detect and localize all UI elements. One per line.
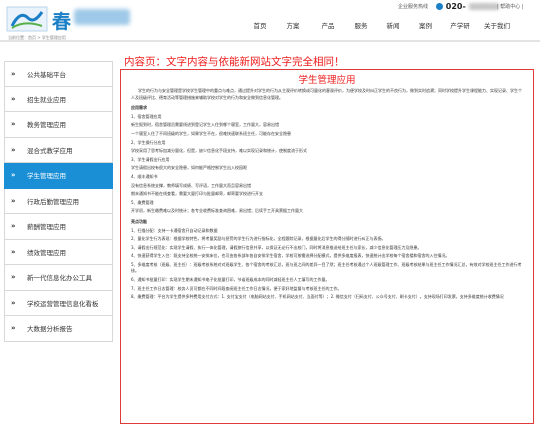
sidebar-item-enrollment[interactable]: » 招生就业应用 [4, 86, 113, 112]
nav-item-home[interactable]: 首页 [245, 20, 275, 30]
content-panel: 学生管理应用 学生的行为与安全管理是学校学生管理中的重点与难点，通过提升对学生的… [120, 69, 534, 424]
list-item: 1、宿舍管理应用 [131, 113, 162, 119]
phone-icon [436, 3, 443, 10]
nav-item-news[interactable]: 新闻 [377, 20, 409, 30]
list-item: 7、班主任工作日志管理：校务人员可都在不同时间段查阅班主任工作日志情况，便于家好… [131, 285, 342, 291]
list-item: 2、量化学生行为表现：根据学校特色，将考量奖励与惩罚的学生行为进行指标化，全程跟… [131, 236, 386, 242]
nav-item-services[interactable]: 服务 [346, 20, 376, 30]
sidebar: » 公共基础平台 » 招生就业应用 » 教务管理应用 » 混合式教学应用 » 学生管理应用… [4, 61, 113, 342]
sidebar-item-dashboard[interactable]: » 学校运营管理信息化看板 [4, 290, 113, 316]
chevron-right-icon: » [11, 222, 16, 231]
list-item: 学校采用了思考标加减分量化，但是，缺少信息化手段支持，难以实现记录和统计，使制度… [131, 148, 307, 154]
sidebar-item-blended-teaching[interactable]: » 混合式教学应用 [4, 137, 113, 163]
sidebar-item-label: 学生管理应用 [27, 172, 66, 181]
intro-paragraph: 学生的行为与安全管理是学校学生管理中的重点与难点，通过提升对学生的行为从主观评价… [131, 88, 522, 100]
chevron-right-icon: » [11, 298, 16, 307]
chevron-right-icon: » [11, 94, 16, 103]
sidebar-item-label: 混合式教学应用 [27, 146, 73, 155]
sidebar-item-label: 薪酬管理应用 [27, 223, 66, 232]
sidebar-item-payroll[interactable]: » 薪酬管理应用 [4, 214, 113, 240]
list-item: 4、快速获得学生入住：既支持全校统一安排床位，也可由各系部年各自安排学生宿舍，学… [131, 253, 450, 259]
sidebar-item-label: 行政后勤管理应用 [27, 197, 79, 206]
logo-text: 春 [52, 11, 73, 33]
list-item: 1、扫描分配：支持一卡通宿舍开自动记录和数据 [131, 227, 218, 233]
chevron-right-icon: » [11, 273, 16, 282]
list-item: 新生报到时，宿舍管理员需要线进到登记学生入住到哪个寝室，工作量大，容易出错 [131, 122, 279, 128]
service-hotline-label: 企业服务热线 [398, 4, 429, 10]
list-item: 一个寝室入住了不同班级的学生，如果学生不在，很难快速联系班主任，可能存在安全隐患 [131, 130, 291, 136]
sidebar-item-office-tools[interactable]: » 新一代信息化办公工具 [4, 265, 113, 291]
sidebar-item-label: 教务管理应用 [27, 121, 66, 130]
sidebar-item-public-platform[interactable]: » 公共基础平台 [4, 61, 113, 87]
sidebar-item-label: 大数据分析报告 [27, 325, 73, 334]
list-item: 3、学生请假出行应用 [131, 156, 170, 162]
content-page-note: 内容页：文字内容与依能新网站文字完全相同！ [124, 56, 345, 68]
sidebar-item-logistics[interactable]: » 行政后勤管理应用 [4, 188, 113, 214]
main-nav: 首页 方案 产品 服务 新闻 案例 产学研 关于我们 [245, 20, 516, 30]
list-item: 开学初，新生缴费难以及时统计；各专业收费标准查询困难，易出错；后续手工开具票据工… [131, 208, 303, 214]
section-heading: 应用需求 [131, 105, 147, 111]
nav-item-industry-research[interactable]: 产学研 [442, 20, 478, 30]
chevron-right-icon: » [11, 171, 16, 180]
nav-item-cases[interactable]: 案例 [410, 20, 441, 30]
chevron-right-icon: » [11, 324, 16, 333]
sidebar-item-label: 绩效管理应用 [27, 248, 66, 257]
school-logo[interactable] [6, 6, 48, 32]
sidebar-item-performance[interactable]: » 绩效管理应用 [4, 239, 113, 265]
nav-item-products[interactable]: 产品 [311, 20, 345, 30]
page-title: 学生管理应用 [298, 75, 356, 86]
list-item: 6、通知书批量打印：实现学生期末通知书电子化批量打印，节省班级成本的同时减轻班主… [131, 277, 330, 283]
list-item: 期末通知书不能在线查看，需要大量打印与批量邮寄，邮寄要学校进行开支 [131, 191, 263, 197]
nav-item-about[interactable]: 关于我们 [479, 20, 515, 30]
blurred-phone-number [468, 3, 499, 10]
chevron-right-icon: » [11, 247, 16, 256]
sidebar-item-label: 公共基础平台 [27, 70, 66, 79]
sidebar-item-label: 新一代信息化办公工具 [27, 274, 92, 283]
site-header: 春 当前位置：首页 > 学生管理应用 企业服务热线 020- | 帮助中心 | … [0, 0, 540, 40]
list-item: 3、请假出行规范化：实现学生请假、执行一体化管理，请假旅行信息共享，以保证无论行… [131, 244, 422, 250]
phone-prefix: 020- [445, 2, 466, 11]
sidebar-item-label: 学校运营管理信息化看板 [27, 299, 99, 308]
header-divider [0, 40, 540, 42]
article-body: 学生的行为与安全管理是学校学生管理中的重点与难点，通过提升对学生的行为从主观评价… [131, 88, 525, 303]
chevron-right-icon: » [11, 145, 16, 154]
list-item: 8、缴费管理：平台为学生提供多种费用支付方式：1. 支付宝支付（电脑网站支付、手… [131, 294, 504, 300]
service-phone: 020- [436, 2, 499, 11]
chevron-right-icon: » [11, 196, 16, 205]
list-item: 5、缴费管理 [131, 199, 154, 205]
blurred-school-name [74, 9, 130, 25]
sidebar-item-academic-affairs[interactable]: » 教务管理应用 [4, 112, 113, 138]
list-item: 4、顺丰通知书 [131, 173, 158, 179]
list-item: 学生请假出校有很大的安全隐患，如何能严格控制学生出入校园呢 [131, 165, 247, 171]
sidebar-item-label: 招生就业应用 [27, 95, 66, 104]
nav-item-solutions[interactable]: 方案 [276, 20, 310, 30]
sidebar-item-big-data[interactable]: » 大数据分析报告 [4, 316, 113, 342]
list-item: 5、多维度考核（班级、班主任）：班级考核系统对对班级学生、各个宿舍的考核汇总，班… [131, 261, 522, 274]
chevron-right-icon: » [11, 69, 16, 78]
chevron-right-icon: » [11, 120, 16, 129]
list-item: 没有信息系统支撑，教师填写成绩、写评语，工作量大而且容易出错 [131, 182, 251, 188]
help-center-link[interactable]: | 帮助中心 | [497, 3, 524, 10]
section-heading: 亮点功能 [131, 218, 147, 224]
sidebar-item-student-management[interactable]: » 学生管理应用 [4, 163, 113, 189]
list-item: 2、学生操行分应用 [131, 139, 166, 145]
